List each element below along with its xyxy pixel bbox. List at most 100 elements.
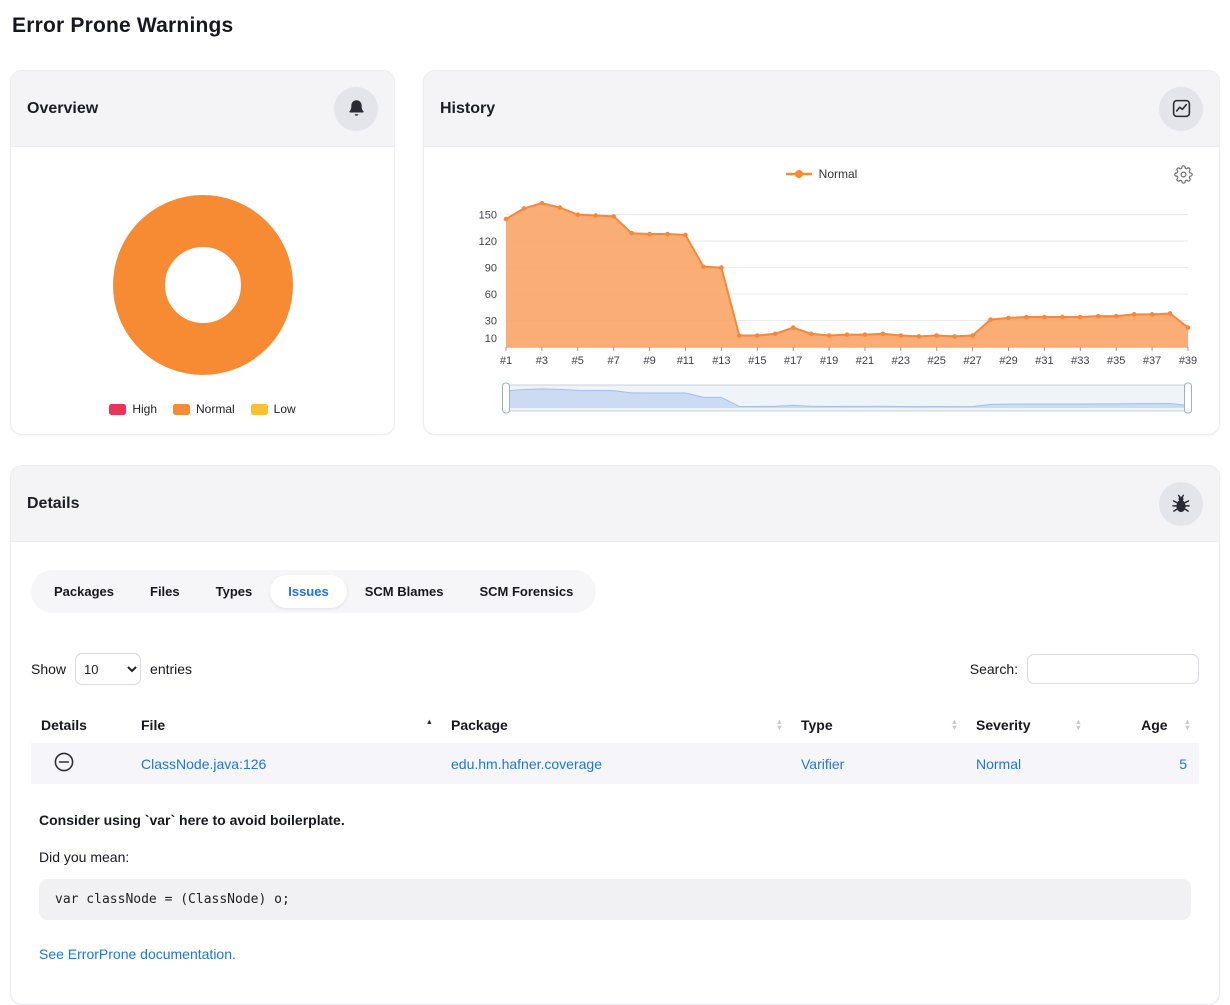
svg-text:60: 60 [485, 289, 497, 301]
svg-text:#5: #5 [572, 355, 584, 367]
issues-table: DetailsFile▲▼Package▲▼Type▲▼Severity▲▼Ag… [31, 707, 1199, 784]
sort-icon: ▲▼ [1184, 719, 1191, 732]
history-card-header: History [424, 71, 1219, 147]
svg-text:#35: #35 [1107, 355, 1125, 367]
history-card-title: History [440, 100, 495, 118]
page-title: Error Prone Warnings [12, 14, 1230, 38]
column-label: File [141, 717, 165, 733]
legend-item-high[interactable]: High [109, 402, 157, 416]
legend-swatch-normal-icon [173, 404, 190, 415]
legend-label: Low [274, 402, 296, 416]
svg-text:#17: #17 [784, 355, 802, 367]
svg-text:#19: #19 [820, 355, 838, 367]
page-length-control: Show 10 entries [31, 653, 192, 685]
search-input[interactable] [1027, 654, 1199, 684]
series-legend-marker-icon [786, 169, 812, 179]
details-card-title: Details [27, 495, 79, 513]
legend-label: Normal [196, 402, 235, 416]
svg-text:#21: #21 [856, 355, 874, 367]
svg-text:#23: #23 [892, 355, 910, 367]
history-card: History Normal [423, 70, 1220, 435]
svg-text:#1: #1 [500, 355, 512, 367]
details-card-header: Details [11, 466, 1219, 542]
svg-text:#15: #15 [748, 355, 766, 367]
overview-card-header: Overview [11, 71, 394, 147]
overview-card-body: High Normal Low [11, 147, 394, 416]
column-header-age[interactable]: Age ▲▼ [1090, 707, 1199, 743]
svg-text:#13: #13 [712, 355, 730, 367]
type-link[interactable]: Varifier [801, 756, 844, 772]
search-label: Search: [970, 661, 1018, 677]
svg-text:30: 30 [485, 316, 497, 328]
column-header-package[interactable]: Package▲▼ [441, 707, 791, 743]
sort-icon: ▲▼ [1075, 719, 1082, 732]
bell-icon [346, 98, 367, 119]
column-header-severity[interactable]: Severity ▲▼ [966, 707, 1090, 743]
collapse-row-button[interactable] [53, 751, 75, 773]
issue-message: Consider using `var` here to avoid boile… [39, 812, 1191, 828]
tab-issues[interactable]: Issues [270, 575, 346, 608]
column-label: Severity [976, 717, 1030, 733]
svg-text:#37: #37 [1143, 355, 1161, 367]
donut-legend: High Normal Low [109, 402, 295, 416]
column-label: Age [1141, 717, 1167, 733]
tab-scm-blames[interactable]: SCM Blames [347, 575, 462, 608]
legend-swatch-high-icon [109, 404, 126, 415]
details-card-body: PackagesFilesTypesIssuesSCM BlamesSCM Fo… [11, 542, 1219, 994]
table-row: ClassNode.java:126 edu.hm.hafner.coverage… [31, 743, 1199, 784]
column-label: Package [451, 717, 508, 733]
column-header-file[interactable]: File ▲▼ [131, 707, 441, 743]
history-zoom-brush[interactable] [440, 381, 1201, 415]
chart-settings-button[interactable] [1172, 163, 1195, 189]
svg-text:#27: #27 [963, 355, 981, 367]
table-controls: Show 10 entries Search: [31, 653, 1199, 685]
severity-donut-chart[interactable] [113, 195, 293, 375]
history-area-chart[interactable]: 10306090120150#1#3#5#7#9#11#13#15#17#19#… [440, 187, 1201, 379]
svg-text:#25: #25 [928, 355, 946, 367]
details-tabs: PackagesFilesTypesIssuesSCM BlamesSCM Fo… [31, 570, 596, 613]
svg-text:120: 120 [479, 236, 497, 248]
svg-text:#31: #31 [1035, 355, 1053, 367]
history-chart-button[interactable] [1159, 87, 1203, 131]
history-chart-toolbar: Normal [440, 161, 1203, 187]
overview-card-title: Overview [27, 100, 98, 118]
minus-circle-icon [53, 751, 75, 773]
series-legend-label: Normal [819, 167, 858, 181]
table-header-row: DetailsFile▲▼Package▲▼Type▲▼Severity▲▼Ag… [31, 707, 1199, 743]
file-link[interactable]: ClassNode.java:126 [141, 756, 266, 772]
svg-text:150: 150 [479, 210, 497, 222]
svg-text:#9: #9 [643, 355, 655, 367]
age-value: 5 [1090, 743, 1199, 784]
severity-link[interactable]: Normal [976, 756, 1021, 772]
gear-icon [1174, 165, 1193, 184]
error-prone-warnings-page: Error Prone Warnings Overview High Normal… [0, 14, 1230, 1005]
svg-text:90: 90 [485, 263, 497, 275]
history-legend-normal[interactable]: Normal [786, 167, 858, 181]
bell-button[interactable] [334, 87, 378, 131]
tab-files[interactable]: Files [132, 575, 198, 608]
tab-types[interactable]: Types [198, 575, 271, 608]
column-label: Type [801, 717, 833, 733]
legend-item-normal[interactable]: Normal [173, 402, 235, 416]
tab-scm-forensics[interactable]: SCM Forensics [461, 575, 591, 608]
history-card-body: Normal 10306090120150#1#3#5#7#9#11#13#15… [424, 147, 1219, 415]
page-length-select[interactable]: 10 [75, 653, 141, 685]
svg-text:#33: #33 [1071, 355, 1089, 367]
column-header-details: Details [31, 707, 131, 743]
bug-button[interactable] [1159, 482, 1203, 526]
svg-text:10: 10 [485, 333, 497, 345]
entries-label: entries [150, 661, 192, 677]
show-label: Show [31, 661, 66, 677]
issue-prompt: Did you mean: [39, 849, 1191, 865]
sort-icon: ▲▼ [426, 719, 433, 732]
errorprone-doc-link[interactable]: See ErrorProne documentation. [39, 946, 236, 962]
svg-text:#3: #3 [536, 355, 548, 367]
legend-item-low[interactable]: Low [251, 402, 296, 416]
column-header-type[interactable]: Type▲▼ [791, 707, 966, 743]
package-link[interactable]: edu.hm.hafner.coverage [451, 756, 602, 772]
tab-packages[interactable]: Packages [36, 575, 132, 608]
column-label: Details [41, 717, 87, 733]
svg-text:#7: #7 [608, 355, 620, 367]
issue-expanded-details: Consider using `var` here to avoid boile… [31, 812, 1199, 964]
legend-swatch-low-icon [251, 404, 268, 415]
